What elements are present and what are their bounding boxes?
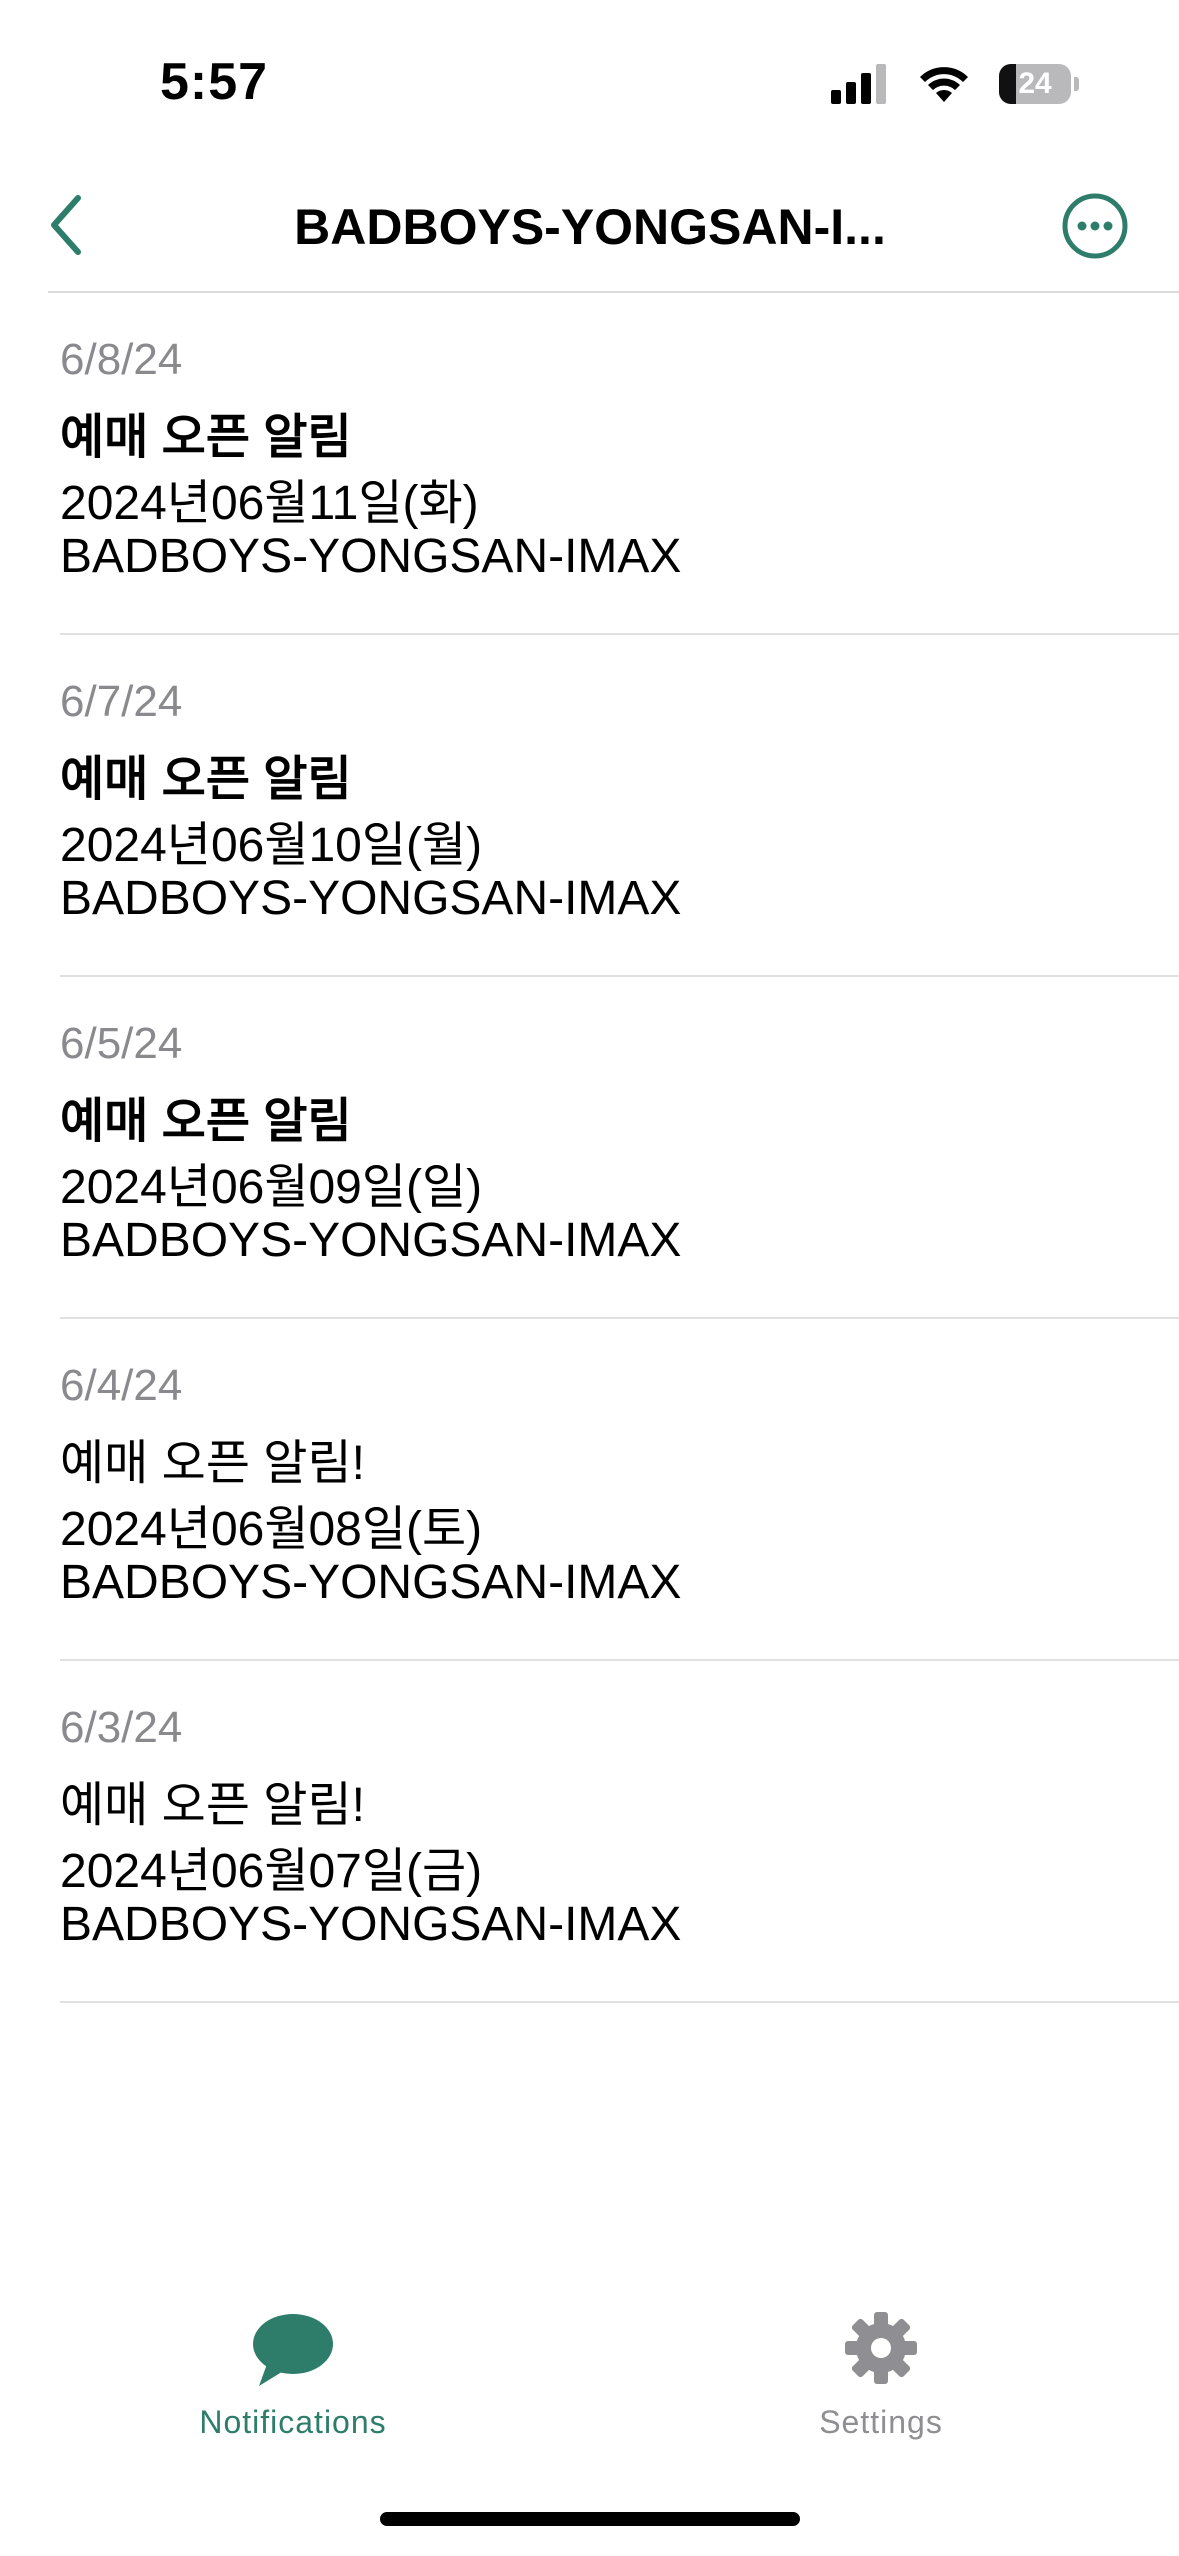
notification-item[interactable]: 6/3/24 예매 오픈 알림! 2024년06월07일(금) BADBOYS-… [0,1661,1179,2003]
signal-icon [831,64,886,104]
home-indicator [380,2512,800,2526]
notification-date-text: 2024년06월08일(토) [60,1503,483,1556]
tab-notifications-label: Notifications [199,2404,387,2440]
notification-title: 예매 오픈 알림 [60,1095,352,1148]
tab-bar: Notifications Settings [0,2300,1179,2460]
status-bar: 5:57 24 [0,0,1179,160]
notification-item[interactable]: 6/7/24 예매 오픈 알림 2024년06월10일(월) BADBOYS-Y… [0,635,1179,977]
notification-item[interactable]: 6/5/24 예매 오픈 알림 2024년06월09일(일) BADBOYS-Y… [0,977,1179,1319]
notification-date: 6/8/24 [60,335,183,384]
tab-settings-label: Settings [819,2404,943,2440]
notification-date: 6/3/24 [60,1703,183,1752]
notification-title: 예매 오픈 알림 [60,753,352,806]
speech-bubble-icon [253,2314,333,2386]
chevron-left-icon [51,195,81,255]
notification-date: 6/4/24 [60,1361,183,1410]
notification-title: 예매 오픈 알림! [60,1437,365,1490]
more-options-button[interactable] [1061,192,1129,260]
gear-icon [845,2312,917,2384]
battery-level: 24 [1018,67,1052,100]
notification-date: 6/5/24 [60,1019,183,1068]
notification-title: 예매 오픈 알림 [60,411,352,464]
notification-date-text: 2024년06월07일(금) [60,1845,483,1898]
notification-list: 6/8/24 예매 오픈 알림 2024년06월11일(화) BADBOYS-Y… [0,293,1179,2003]
notification-theater: BADBOYS-YONGSAN-IMAX [60,872,682,925]
wifi-icon [920,67,968,102]
notification-date-text: 2024년06월10일(월) [60,819,483,872]
notification-title: 예매 오픈 알림! [60,1779,365,1832]
notification-date-text: 2024년06월09일(일) [60,1161,483,1214]
notification-theater: BADBOYS-YONGSAN-IMAX [60,1214,682,1267]
notification-item[interactable]: 6/4/24 예매 오픈 알림! 2024년06월08일(토) BADBOYS-… [0,1319,1179,1661]
tab-notifications[interactable]: Notifications [163,2300,423,2460]
notification-date-text: 2024년06월11일(화) [60,477,479,530]
status-time: 5:57 [160,53,269,111]
tab-settings[interactable]: Settings [751,2300,1011,2460]
notification-item[interactable]: 6/8/24 예매 오픈 알림 2024년06월11일(화) BADBOYS-Y… [0,293,1179,635]
divider [60,2001,1179,2003]
notification-theater: BADBOYS-YONGSAN-IMAX [60,1898,682,1951]
back-button[interactable] [40,190,100,260]
page-title: BADBOYS-YONGSAN-I... [294,199,886,255]
battery-icon: 24 [999,64,1079,104]
ellipsis-circle-icon [1062,193,1128,259]
status-indicators: 24 [831,62,1079,106]
notification-theater: BADBOYS-YONGSAN-IMAX [60,530,682,583]
navigation-bar: BADBOYS-YONGSAN-I... [0,160,1179,292]
notification-theater: BADBOYS-YONGSAN-IMAX [60,1556,682,1609]
notification-date: 6/7/24 [60,677,183,726]
